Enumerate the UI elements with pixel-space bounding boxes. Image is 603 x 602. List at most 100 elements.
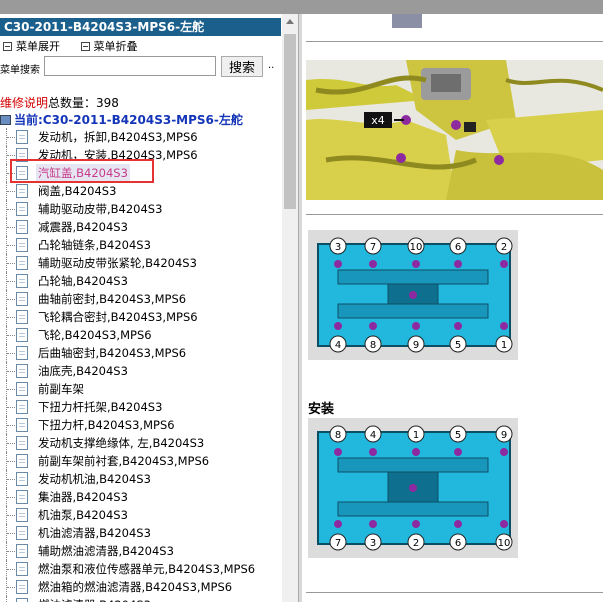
bolt-number: 5 <box>455 430 461 441</box>
bolt-number-badge: 2 <box>407 533 425 551</box>
figure-top-partial <box>392 14 422 28</box>
sidebar: C30-2011-B4204S3-MPS6-左舵 菜单展开 菜单折叠 菜单搜索 … <box>0 14 298 602</box>
tree-guide <box>6 362 15 380</box>
tree-item-label[interactable]: 凸轮轴,B4204S3 <box>38 272 128 290</box>
tree-item-label[interactable]: 后曲轴密封,B4204S3,MPS6 <box>38 344 186 362</box>
selection-highlight-box <box>10 159 154 183</box>
bolt-marker <box>451 120 461 130</box>
bolt-marker <box>412 520 420 528</box>
tree-item-label[interactable]: 飞轮,B4204S3,MPS6 <box>38 326 152 344</box>
bolt-number-badge: 2 <box>495 237 513 255</box>
search-button[interactable]: 搜索 <box>221 56 263 77</box>
bolt-marker <box>334 520 342 528</box>
tree-guide <box>6 434 15 452</box>
total-count: 398 <box>96 96 119 110</box>
document-icon <box>16 508 28 522</box>
bolt-number: 1 <box>413 430 419 441</box>
bolt-marker <box>454 520 462 528</box>
tree-item-label[interactable]: 凸轮轴链条,B4204S3 <box>38 236 151 254</box>
menu-collapse-button[interactable]: 菜单折叠 <box>78 39 138 55</box>
tree-item-label[interactable]: 发动机机油,B4204S3 <box>38 470 151 488</box>
bolt-marker <box>409 484 417 492</box>
tree-guide <box>6 452 15 470</box>
current-vehicle: 当前:C30-2011-B4204S3-MPS6-左舵 <box>0 111 243 128</box>
sidebar-title: C30-2011-B4204S3-MPS6-左舵 <box>0 18 281 36</box>
tree-guide <box>6 470 15 488</box>
tree-item-label[interactable]: 阀盖,B4204S3 <box>38 182 116 200</box>
separator <box>306 41 603 42</box>
document-icon <box>16 490 28 504</box>
tree-item-label[interactable]: 机油滤清器,B4204S3 <box>38 524 151 542</box>
bolt-marker <box>454 448 462 456</box>
document-icon <box>16 274 28 288</box>
bolt-number-badge: 3 <box>329 237 347 255</box>
bolt-number: 2 <box>501 242 507 253</box>
bolt-number: 9 <box>413 340 419 351</box>
bolt-number: 3 <box>335 242 341 253</box>
tree-item-label[interactable]: 下扭力杆,B4204S3,MPS6 <box>38 416 175 434</box>
bolt-number-badge: 4 <box>364 425 382 443</box>
tree-item-label[interactable]: 燃油滤清器,B4204S3 <box>38 596 151 602</box>
document-icon <box>16 328 28 342</box>
document-icon <box>16 202 28 216</box>
tree-guide <box>6 272 15 290</box>
tree-item-label[interactable]: 辅助驱动皮带张紧轮,B4204S3 <box>38 254 197 272</box>
content-pane: x4 3 4 7 8 10 9 6 5 2 1 安装 8 7 4 3 1 2 5 6 9 10 <box>302 14 603 602</box>
tree-item-label[interactable]: 发动机支撑绝缘体, 左,B4204S3 <box>38 434 204 452</box>
tree-guide <box>6 524 15 542</box>
tree-item-label[interactable]: 辅助驱动皮带,B4204S3 <box>38 200 162 218</box>
bolt-number-badge: 8 <box>364 335 382 353</box>
tree-item-label[interactable]: 机油泵,B4204S3 <box>38 506 128 524</box>
document-icon <box>16 544 28 558</box>
bolt-number-badge: 9 <box>407 335 425 353</box>
tree-guide <box>6 326 15 344</box>
tree-item-label[interactable]: 减震器,B4204S3 <box>38 218 128 236</box>
tree-guide <box>6 128 15 146</box>
document-icon <box>16 184 28 198</box>
bolt-number-badge: 6 <box>449 533 467 551</box>
tree-item-label[interactable]: 曲轴前密封,B4204S3,MPS6 <box>38 290 186 308</box>
bolt-number-badge: 5 <box>449 425 467 443</box>
tree-item-label[interactable]: 飞轮耦合密封,B4204S3,MPS6 <box>38 308 198 326</box>
tree-item-label[interactable]: 燃油箱的燃油滤清器,B4204S3,MPS6 <box>38 578 232 596</box>
tree-item-label[interactable]: 前副车架前衬套,B4204S3,MPS6 <box>38 452 209 470</box>
menu-controls: 菜单展开 菜单折叠 <box>0 39 152 55</box>
total-count-line: 维修说明总数量：398 <box>0 94 119 111</box>
tree-item-label[interactable]: 集油器,B4204S3 <box>38 488 128 506</box>
tree-item-label[interactable]: 燃油泵和液位传感器单元,B4204S3,MPS6 <box>38 560 255 578</box>
bolt-marker <box>500 322 508 330</box>
tree-item-label[interactable]: 辅助燃油滤清器,B4204S3 <box>38 542 174 560</box>
tree-item-label[interactable]: 油底壳,B4204S3 <box>38 362 128 380</box>
tree-item-label[interactable]: 前副车架 <box>38 380 84 398</box>
tree-item-label[interactable]: 发动机，拆卸,B4204S3,MPS6 <box>38 128 198 146</box>
tree-item-label[interactable]: 下扭力杆托架,B4204S3 <box>38 398 162 416</box>
tree-guide <box>6 488 15 506</box>
bolt-marker <box>412 322 420 330</box>
tree-guide <box>6 398 15 416</box>
bolt-number-badge: 9 <box>495 425 513 443</box>
bolt-number-badge: 8 <box>329 425 347 443</box>
tree-guide <box>6 236 15 254</box>
scroll-up-arrow-icon[interactable] <box>286 19 294 24</box>
tree-guide <box>6 308 15 326</box>
tree-guide <box>6 506 15 524</box>
bolt-number-badge: 7 <box>329 533 347 551</box>
bolt-marker <box>334 260 342 268</box>
bolt-number-badge: 10 <box>407 237 425 255</box>
cylinder-head-bolt-figure-removal: 3 4 7 8 10 9 6 5 2 1 <box>308 230 518 360</box>
document-icon <box>16 130 28 144</box>
bolt-number: 8 <box>370 340 376 351</box>
tree-guide <box>6 218 15 236</box>
tree-guide <box>6 200 15 218</box>
scroll-thumb[interactable] <box>284 34 296 209</box>
separator <box>306 214 603 215</box>
sidebar-scrollbar[interactable] <box>282 14 298 602</box>
bolt-number: 9 <box>501 430 507 441</box>
search-input[interactable] <box>44 56 216 76</box>
bolt-marker <box>409 291 417 299</box>
bolt-number-badge: 6 <box>449 237 467 255</box>
menu-expand-button[interactable]: 菜单展开 <box>0 39 60 55</box>
bolt-number-badge: 4 <box>329 335 347 353</box>
cylinder-head-bolt-figure-install: 8 7 4 3 1 2 5 6 9 10 <box>308 418 518 558</box>
bolt-number: 4 <box>335 340 341 351</box>
